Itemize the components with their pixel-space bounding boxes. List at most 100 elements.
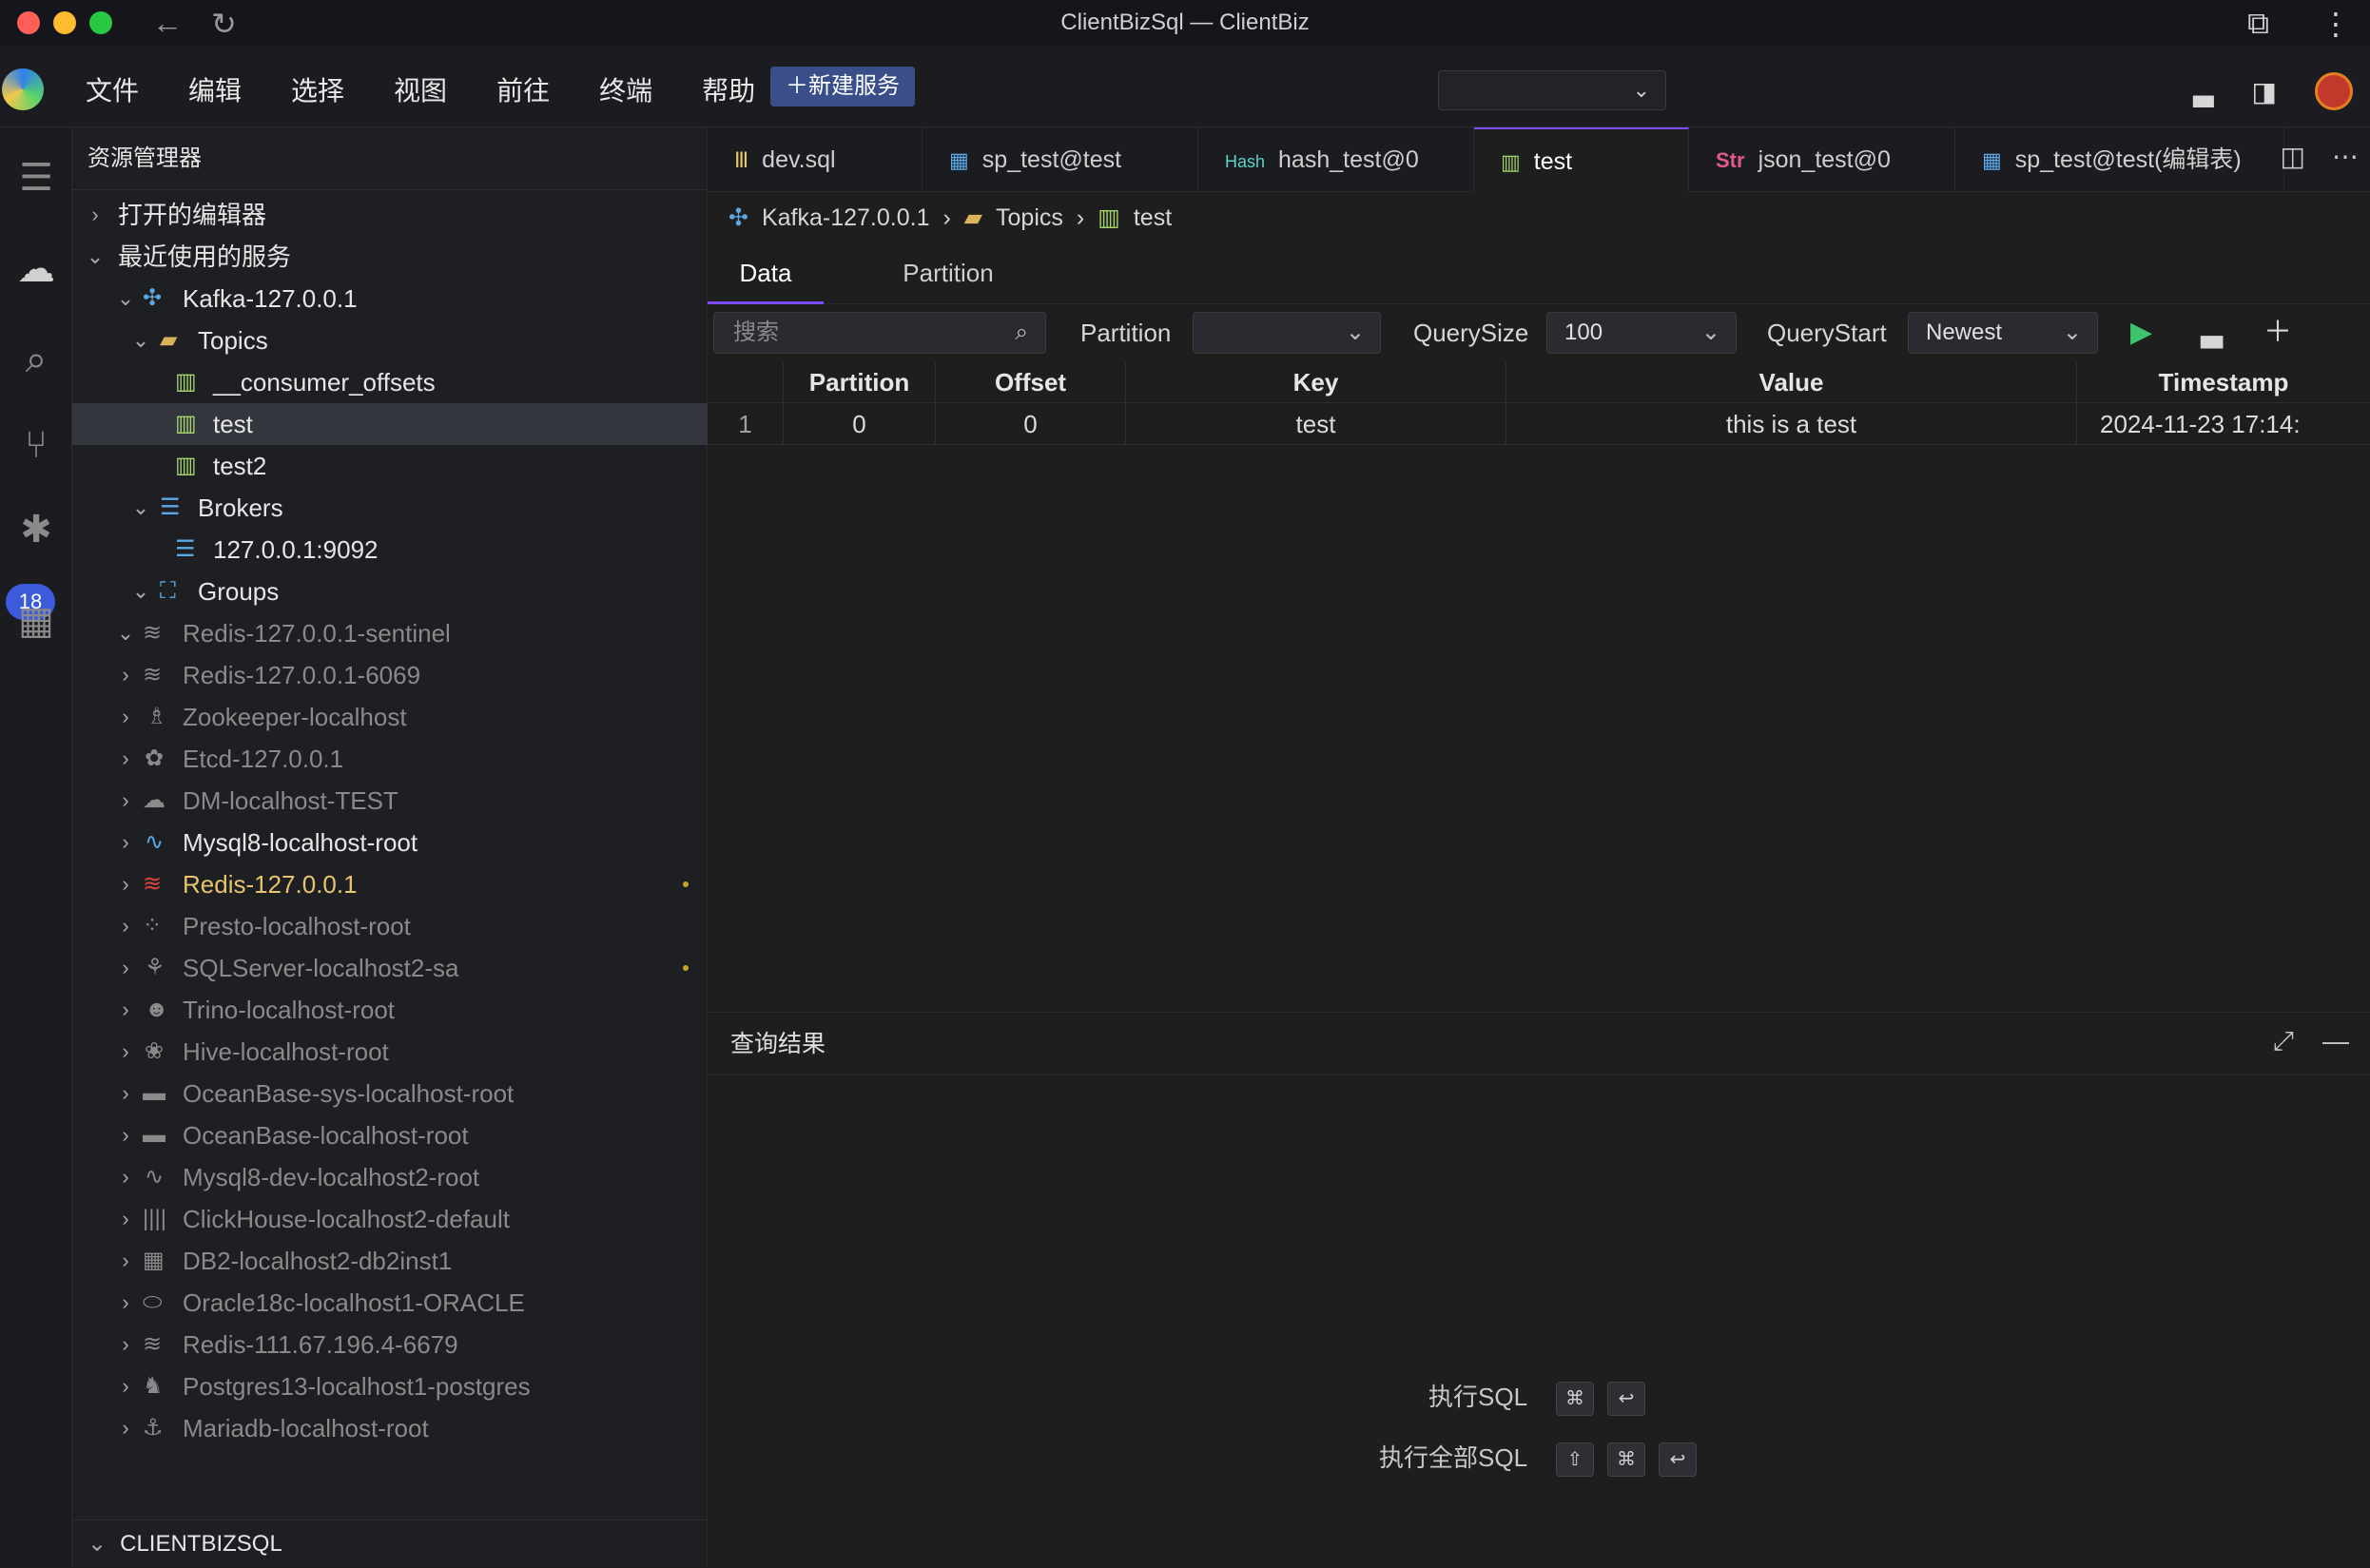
open-editors-section[interactable]: › 打开的编辑器 xyxy=(72,194,708,236)
back-arrow-icon[interactable]: ← xyxy=(152,6,183,42)
column-header[interactable]: Partition xyxy=(784,361,936,403)
tree-item-service[interactable]: ⌄ ≋ Redis-127.0.0.1-sentinel xyxy=(72,612,708,654)
results-actions: ⤢ — xyxy=(2273,1026,2349,1057)
clientbizsql-section[interactable]: ⌄ CLIENTBIZSQL xyxy=(72,1520,708,1567)
tree-item-service[interactable]: › ☁ DM-localhost-TEST xyxy=(72,780,708,822)
tab-test[interactable]: ▥ test xyxy=(1474,127,1689,192)
add-plus-icon[interactable]: ＋ xyxy=(2263,312,2292,354)
more-vertical-icon[interactable]: ⋮ xyxy=(2321,6,2351,42)
breadcrumb-item[interactable]: Topics xyxy=(996,204,1063,232)
new-service-button[interactable]: ＋新建服务 xyxy=(770,67,915,106)
maximize-window-button[interactable] xyxy=(89,11,112,34)
tree-item-service[interactable]: › ♗ Zookeeper-localhost xyxy=(72,696,708,738)
tree-item-service[interactable]: › ≋ Redis-111.67.196.4-6679 xyxy=(72,1324,708,1365)
tree-item-service[interactable]: › ≋ Redis-127.0.0.1-6069 xyxy=(72,654,708,696)
tab-partition[interactable]: Partition xyxy=(877,242,1020,304)
tree-item-broker[interactable]: ☰ 127.0.0.1:9092 xyxy=(72,529,708,571)
tree-item-service[interactable]: › ≋ Redis-127.0.0.1 xyxy=(72,863,708,905)
tab-dev-sql[interactable]: Ⅲdev.sql xyxy=(708,127,923,192)
column-header[interactable]: Key xyxy=(1126,361,1506,403)
tree-item-topic-selected[interactable]: ▥ test xyxy=(72,403,708,445)
toggle-panel-icon[interactable]: ▃ xyxy=(2193,76,2214,107)
cell-partition[interactable]: 0 xyxy=(784,403,936,445)
refresh-icon[interactable]: ↻ xyxy=(211,6,237,42)
list-icon[interactable]: ☰ xyxy=(0,156,72,200)
column-header[interactable]: Value xyxy=(1506,361,2077,403)
chevron-right-icon: › xyxy=(122,746,129,770)
minimize-icon[interactable]: — xyxy=(2322,1026,2349,1057)
more-horizontal-icon[interactable]: ⋯ xyxy=(2332,141,2359,172)
tab-json-test[interactable]: Str json_test@0 xyxy=(1689,127,1955,192)
tree-item-service[interactable]: › |||| ClickHouse-localhost2-default xyxy=(72,1198,708,1240)
toggle-panel-icon[interactable]: ▃ xyxy=(2201,312,2223,354)
split-editor-icon[interactable]: ◫ xyxy=(2281,141,2305,172)
tree-item-service[interactable]: › ⬭ Oracle18c-localhost1-ORACLE xyxy=(72,1282,708,1324)
run-play-icon[interactable]: ▶ xyxy=(2130,312,2152,354)
close-window-button[interactable] xyxy=(17,11,40,34)
partition-select[interactable]: ⌄ xyxy=(1193,312,1381,354)
menu-edit[interactable]: 编辑 xyxy=(188,70,242,108)
query-results-panel: 查询结果 ⤢ — 执行SQL ⌘ ↩ 执行全部SQL ⇧ ⌘ ↩ xyxy=(708,1012,2370,1567)
minimize-window-button[interactable] xyxy=(53,11,76,34)
avatar[interactable] xyxy=(2315,72,2353,110)
search-input[interactable]: 搜索 ⌕ xyxy=(713,312,1046,354)
breadcrumb-item[interactable]: test xyxy=(1134,204,1172,232)
top-select-dropdown[interactable]: ⌄ xyxy=(1438,70,1666,110)
cell-offset[interactable]: 0 xyxy=(936,403,1126,445)
command-key-icon: ⌘ xyxy=(1607,1442,1646,1478)
tab-sp-test[interactable]: ▦ sp_test@test xyxy=(923,127,1198,192)
tree-item-service[interactable]: › ♞ Postgres13-localhost1-postgres xyxy=(72,1365,708,1407)
tree-item-service[interactable]: › ▬ OceanBase-localhost-root xyxy=(72,1114,708,1156)
menu-view[interactable]: 视图 xyxy=(394,70,447,108)
menu-terminal[interactable]: 终端 xyxy=(599,70,652,108)
tree-item-service[interactable]: › ▦ DB2-localhost2-db2inst1 xyxy=(72,1240,708,1282)
chevron-right-icon: › xyxy=(122,1249,129,1272)
database-cloud-icon[interactable]: ☁ xyxy=(0,247,72,291)
extensions-grid-icon[interactable]: ▦ xyxy=(0,599,72,643)
querystart-select[interactable]: Newest ⌄ xyxy=(1908,312,2098,354)
tree-item-service[interactable]: › ▬ OceanBase-sys-localhost-root xyxy=(72,1073,708,1114)
tree-item-topic[interactable]: ▥ __consumer_offsets xyxy=(72,361,708,403)
tree-item-service[interactable]: › ☻ Trino-localhost-root xyxy=(72,989,708,1031)
tree-item-brokers[interactable]: ⌄ ☰ Brokers xyxy=(72,487,708,529)
source-control-icon[interactable]: ⑂ xyxy=(0,424,72,467)
cell-value[interactable]: this is a test xyxy=(1506,403,2077,445)
command-key-icon: ⌘ xyxy=(1556,1382,1595,1417)
tree-item-service[interactable]: › ❀ Hive-localhost-root xyxy=(72,1031,708,1073)
tree-item-groups[interactable]: ⌄ ⛶ Groups xyxy=(72,571,708,612)
querysize-select[interactable]: 100 ⌄ xyxy=(1546,312,1737,354)
cell-timestamp[interactable]: 2024-11-23 17:14: xyxy=(2077,403,2370,445)
tree-item-topic[interactable]: ▥ test2 xyxy=(72,445,708,487)
tree-item-topics[interactable]: ⌄ ▰ Topics xyxy=(72,319,708,361)
expand-icon[interactable]: ⤢ xyxy=(2273,1026,2294,1057)
menu-go[interactable]: 前往 xyxy=(496,70,550,108)
tree-item-service[interactable]: › ⚘ SQLServer-localhost2-sa xyxy=(72,947,708,989)
column-header[interactable]: Offset xyxy=(936,361,1126,403)
extension-puzzle-icon[interactable]: ⧉ xyxy=(2247,6,2269,42)
breadcrumb-item[interactable]: Kafka-127.0.0.1 xyxy=(762,204,930,232)
menu-select[interactable]: 选择 xyxy=(291,70,344,108)
search-icon: ⌕ xyxy=(1015,319,1028,345)
tree-item-service[interactable]: › ∿ Mysql8-localhost-root xyxy=(72,822,708,863)
table-row[interactable]: 1 0 0 test this is a test 2024-11-23 17:… xyxy=(708,403,2370,445)
tree-item-service[interactable]: › ⚓ Mariadb-localhost-root xyxy=(72,1407,708,1449)
toggle-sidebar-icon[interactable]: ◨ xyxy=(2252,76,2277,107)
tree-item-service[interactable]: › ⁘ Presto-localhost-root xyxy=(72,905,708,947)
tree-item-service[interactable]: › ∿ Mysql8-dev-localhost2-root xyxy=(72,1156,708,1198)
chevron-right-icon: › xyxy=(122,956,129,979)
menu-file[interactable]: 文件 xyxy=(86,70,139,108)
search-icon[interactable]: ⌕ xyxy=(0,339,72,381)
column-header[interactable]: Timestamp xyxy=(2077,361,2370,403)
editor-tabs: Ⅲdev.sql ▦ sp_test@test Hash hash_test@0 ▥… xyxy=(708,127,2370,192)
tree-item-kafka[interactable]: ⌄ ✣ Kafka-127.0.0.1 xyxy=(72,278,708,319)
menu-help[interactable]: 帮助 xyxy=(702,70,755,108)
recent-services-section[interactable]: ⌄ 最近使用的服务 xyxy=(72,236,708,278)
tab-data[interactable]: Data xyxy=(708,242,824,304)
tree-item-label: Zookeeper-localhost xyxy=(183,703,407,731)
tree-item-service[interactable]: › ✿ Etcd-127.0.0.1 xyxy=(72,738,708,780)
querysize-value: 100 xyxy=(1564,319,1603,345)
cell-key[interactable]: test xyxy=(1126,403,1506,445)
tab-sp-test-edit[interactable]: ▦ sp_test@test(编辑表) xyxy=(1955,127,2284,192)
tab-hash-test[interactable]: Hash hash_test@0 xyxy=(1198,127,1474,192)
debug-bug-icon[interactable]: ✱ xyxy=(0,508,72,552)
